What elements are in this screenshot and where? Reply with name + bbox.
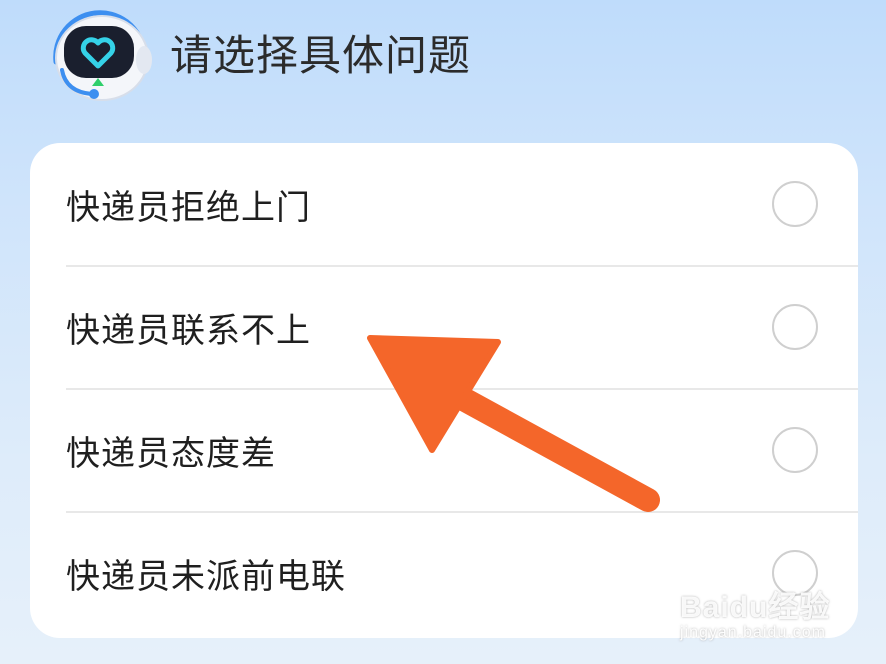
robot-assistant-icon: [40, 0, 158, 110]
radio-button[interactable]: [772, 427, 818, 473]
option-label: 快递员联系不上: [66, 310, 311, 351]
option-row-2[interactable]: 快递员联系不上: [66, 266, 858, 388]
header: 请选择具体问题: [40, 0, 471, 110]
options-card: 快递员拒绝上门 快递员联系不上 快递员态度差 快递员未派前电联: [30, 143, 858, 638]
option-label: 快递员拒绝上门: [66, 187, 311, 228]
radio-button[interactable]: [772, 304, 818, 350]
radio-button[interactable]: [772, 181, 818, 227]
option-label: 快递员未派前电联: [66, 556, 346, 597]
option-label: 快递员态度差: [66, 433, 276, 474]
page-title: 请选择具体问题: [170, 30, 472, 80]
option-row-1[interactable]: 快递员拒绝上门: [66, 143, 858, 265]
radio-button[interactable]: [772, 550, 818, 596]
option-row-4[interactable]: 快递员未派前电联: [66, 512, 858, 634]
option-row-3[interactable]: 快递员态度差: [66, 389, 858, 511]
